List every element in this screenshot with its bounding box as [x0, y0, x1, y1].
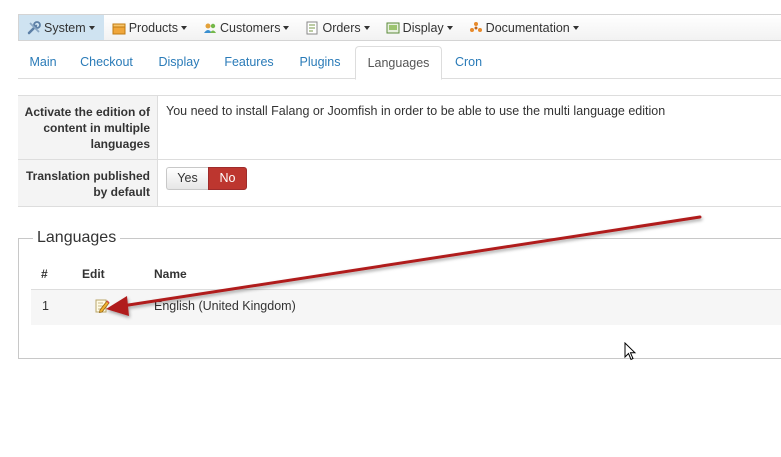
- menu-products[interactable]: Products: [104, 15, 195, 40]
- yes-no-toggle: Yes No: [166, 167, 247, 190]
- menu-customers[interactable]: Customers: [195, 15, 297, 40]
- box-icon: [112, 21, 126, 35]
- setting-value-multilang: You need to install Falang or Joomfish i…: [166, 104, 666, 118]
- languages-legend: Languages: [33, 229, 121, 247]
- menu-orders-label: Orders: [322, 20, 361, 35]
- menu-orders[interactable]: Orders: [297, 15, 377, 40]
- menu-display[interactable]: Display: [378, 15, 461, 40]
- header-edit: Edit: [82, 267, 105, 281]
- display-icon: [386, 21, 400, 35]
- mouse-cursor-icon: [624, 342, 637, 361]
- orders-icon: [305, 21, 319, 35]
- chevron-down-icon: [572, 26, 579, 30]
- setting-label-translation-published: Translation published by default: [18, 160, 158, 206]
- menu-products-label: Products: [128, 20, 179, 35]
- yes-button[interactable]: Yes: [166, 167, 208, 190]
- language-settings-table: Activate the edition of content in multi…: [18, 95, 781, 207]
- setting-row-translation-published: Translation published by default Yes No: [18, 160, 781, 207]
- table-row: 1 English (United Kingdom): [31, 290, 781, 325]
- edit-pencil-icon[interactable]: [94, 298, 110, 314]
- tab-languages[interactable]: Languages: [355, 46, 442, 80]
- language-number: 1: [42, 299, 49, 313]
- main-menu-bar: System Products Customers Orders Display: [18, 14, 781, 41]
- menu-customers-label: Customers: [220, 20, 281, 35]
- language-name: English (United Kingdom): [154, 299, 296, 313]
- header-number: #: [41, 267, 48, 281]
- languages-table-header: # Edit Name: [31, 267, 781, 290]
- no-button[interactable]: No: [208, 167, 247, 190]
- users-icon: [203, 21, 217, 35]
- menu-system-label: System: [44, 20, 86, 35]
- tab-display[interactable]: Display: [148, 46, 210, 79]
- tab-cron[interactable]: Cron: [446, 46, 491, 79]
- tab-plugins[interactable]: Plugins: [289, 46, 351, 79]
- menu-documentation-label: Documentation: [485, 20, 570, 35]
- menu-display-label: Display: [402, 20, 444, 35]
- config-tabs: Main Checkout Display Features Plugins L…: [18, 46, 781, 80]
- documentation-icon: [469, 21, 483, 35]
- tab-features[interactable]: Features: [214, 46, 284, 79]
- header-name: Name: [154, 267, 187, 281]
- setting-row-multilang: Activate the edition of content in multi…: [18, 96, 781, 160]
- menu-system[interactable]: System: [19, 15, 104, 40]
- tab-checkout[interactable]: Checkout: [69, 46, 144, 79]
- tab-main[interactable]: Main: [18, 46, 68, 79]
- chevron-down-icon: [363, 26, 370, 30]
- chevron-down-icon: [88, 26, 95, 30]
- languages-fieldset: Languages # Edit Name 1 English (United …: [18, 229, 781, 359]
- chevron-down-icon: [181, 26, 188, 30]
- setting-label-multilang: Activate the edition of content in multi…: [18, 96, 158, 159]
- tools-icon: [27, 20, 41, 35]
- chevron-down-icon: [283, 26, 290, 30]
- chevron-down-icon: [446, 26, 453, 30]
- menu-documentation[interactable]: Documentation: [461, 15, 587, 40]
